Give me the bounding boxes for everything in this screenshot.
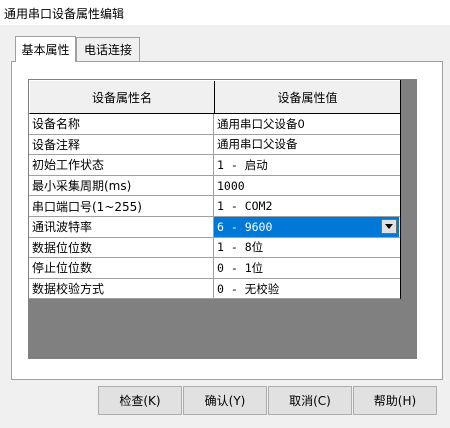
- help-button[interactable]: 帮助(H): [353, 386, 437, 415]
- tab-phone-connection[interactable]: 电话连接: [76, 37, 140, 61]
- table-row[interactable]: 串口端口号(1~255) 1 - COM2: [29, 196, 400, 217]
- property-value[interactable]: 通用串口父设备0: [214, 114, 399, 134]
- baud-rate-dropdown[interactable]: 6 - 9600: [214, 216, 399, 237]
- property-value[interactable]: 0 - 1位: [214, 258, 399, 278]
- chevron-down-icon[interactable]: [381, 218, 397, 234]
- property-name: 数据校验方式: [29, 278, 214, 299]
- column-header-value[interactable]: 设备属性值: [215, 81, 400, 113]
- property-name: 通讯波特率: [29, 216, 214, 237]
- cancel-button[interactable]: 取消(C): [268, 386, 352, 415]
- table-row[interactable]: 停止位位数 0 - 1位: [29, 258, 400, 279]
- property-name: 数据位位数: [29, 237, 214, 258]
- property-value[interactable]: 0 - 无校验: [214, 279, 399, 299]
- table-row[interactable]: 最小采集周期(ms) 1000: [29, 175, 400, 197]
- dropdown-value: 6 - 9600: [217, 219, 273, 234]
- check-button[interactable]: 检查(K): [98, 386, 182, 415]
- property-value[interactable]: 1000: [214, 176, 399, 196]
- property-name: 设备注释: [29, 134, 214, 155]
- confirm-button[interactable]: 确认(Y): [183, 386, 267, 415]
- property-name: 设备名称: [29, 114, 214, 134]
- property-value[interactable]: 1 - 8位: [214, 238, 399, 258]
- property-value[interactable]: 1 - 启动: [214, 155, 399, 175]
- tab-basic-properties[interactable]: 基本属性: [15, 36, 76, 62]
- property-value[interactable]: 通用串口父设备: [214, 135, 399, 155]
- property-name: 初始工作状态: [29, 155, 214, 175]
- property-value[interactable]: 1 - COM2: [214, 196, 399, 216]
- table-row-selected[interactable]: 通讯波特率 6 - 9600: [29, 216, 400, 238]
- table-row[interactable]: 数据位位数 1 - 8位: [29, 237, 400, 259]
- property-name: 串口端口号(1~255): [29, 196, 214, 216]
- table-row[interactable]: 设备注释 通用串口父设备: [29, 134, 400, 156]
- table-row[interactable]: 数据校验方式 0 - 无校验: [29, 278, 400, 300]
- table-row[interactable]: 设备名称 通用串口父设备0: [29, 114, 400, 135]
- property-grid: 设备属性名 设备属性值 设备名称 通用串口父设备0 设备注释 通用串口父设备 初…: [29, 80, 401, 300]
- table-row[interactable]: 初始工作状态 1 - 启动: [29, 155, 400, 176]
- window-title: 通用串口设备属性编辑: [4, 7, 125, 21]
- property-name: 停止位位数: [29, 258, 214, 278]
- property-name: 最小采集周期(ms): [29, 175, 214, 196]
- grid-header: 设备属性名 设备属性值: [29, 80, 400, 114]
- column-header-name[interactable]: 设备属性名: [30, 81, 215, 113]
- title-bar: 通用串口设备属性编辑: [0, 0, 450, 25]
